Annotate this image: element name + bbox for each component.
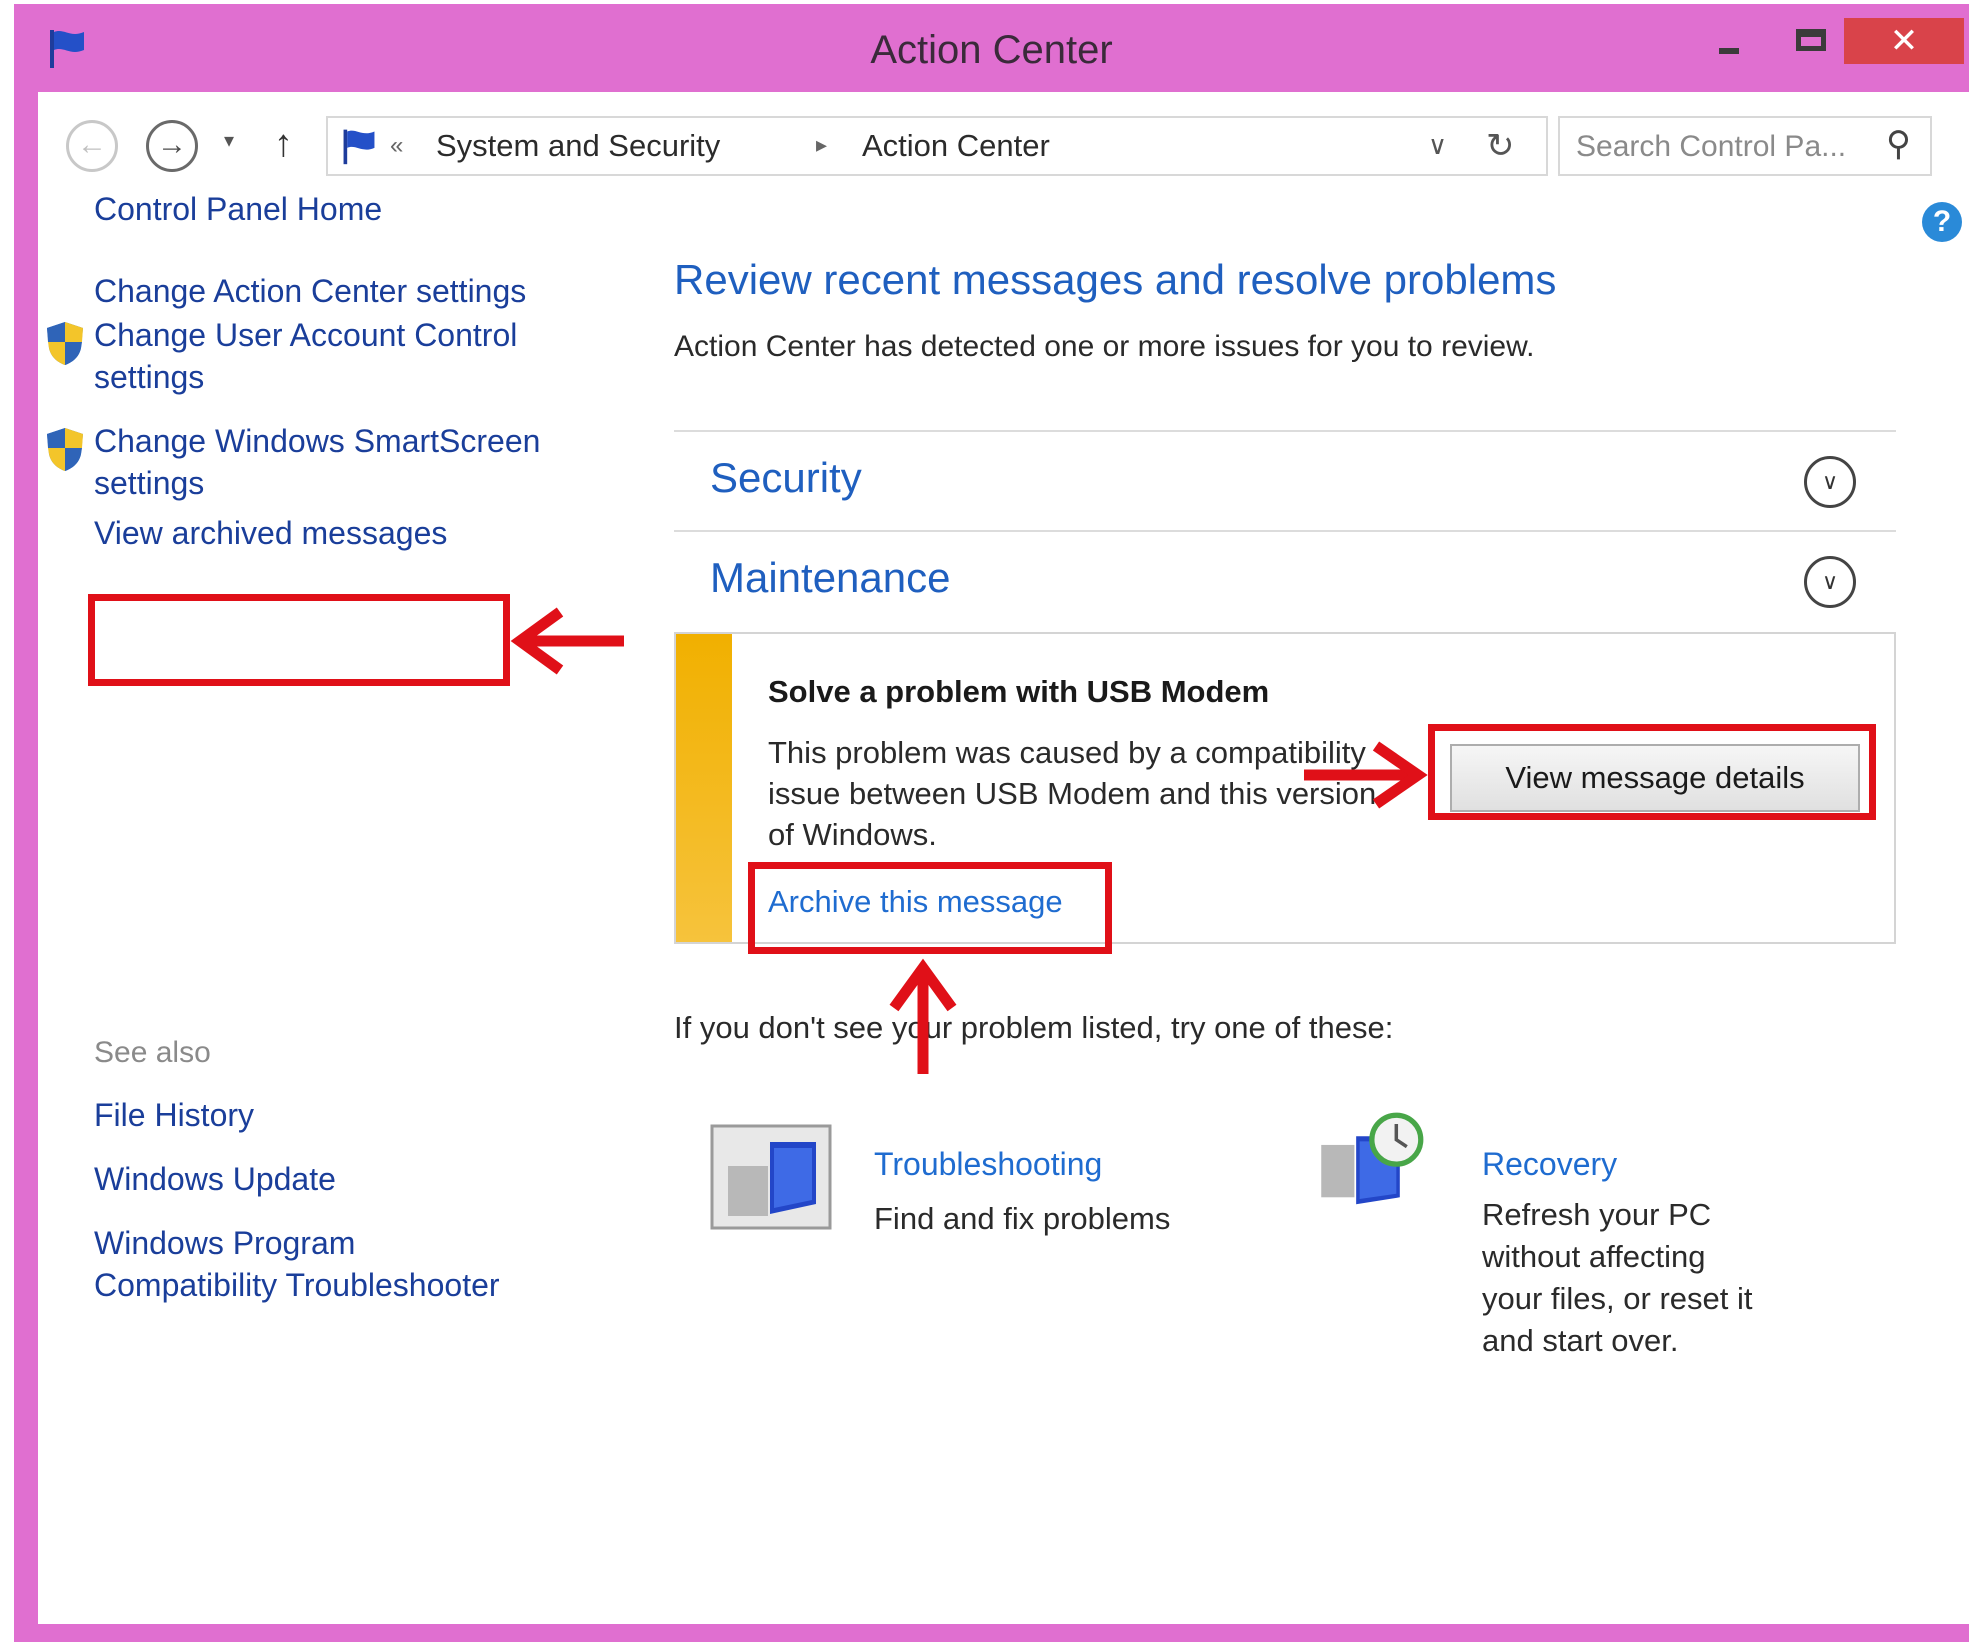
sidebar-uac-line1: Change User Account Control [94, 317, 518, 353]
section-maintenance-title[interactable]: Maintenance [710, 554, 951, 602]
recovery-desc-line1: Refresh your PC [1482, 1197, 1712, 1232]
address-dropdown-icon[interactable]: ∨ [1428, 130, 1447, 161]
title-bar[interactable]: Action Center ✕ [14, 4, 1969, 96]
security-expand-chevron-icon[interactable]: ∨ [1804, 456, 1856, 508]
sidebar-control-panel-home[interactable]: Control Panel Home [94, 188, 382, 230]
section-divider [674, 530, 1896, 532]
recovery-desc-line2: without affecting [1482, 1239, 1706, 1274]
message-body-line3: of Windows. [768, 817, 937, 852]
recovery-link[interactable]: Recovery [1482, 1146, 1617, 1183]
see-also-heading: See also [94, 1036, 211, 1069]
close-button[interactable]: ✕ [1844, 18, 1964, 64]
refresh-icon[interactable]: ↻ [1486, 126, 1515, 166]
recovery-desc-line3: your files, or reset it [1482, 1281, 1753, 1316]
sidebar-smartscreen-line1: Change Windows SmartScreen [94, 423, 541, 459]
recovery-description: Refresh your PC without affecting your f… [1482, 1194, 1752, 1362]
sidebar-smartscreen-line2: settings [94, 465, 205, 501]
page-subtitle: Action Center has detected one or more i… [674, 330, 1535, 363]
up-button[interactable]: ↑ [274, 120, 293, 168]
annotation-arrow-right-icon [1304, 741, 1428, 809]
see-also-program-compatibility-troubleshooter[interactable]: Windows Program Compatibility Troublesho… [94, 1222, 500, 1306]
address-overflow-chevron[interactable]: « [390, 132, 403, 160]
see-also-compat-line2: Compatibility Troubleshooter [94, 1267, 500, 1303]
window-title: Action Center [870, 28, 1113, 72]
search-icon[interactable]: ⚲ [1886, 124, 1911, 164]
sidebar-view-archived-messages[interactable]: View archived messages [94, 512, 447, 554]
highlight-archive-this-message [748, 862, 1112, 954]
annotation-arrow-left-icon [510, 607, 624, 675]
back-button[interactable]: ← [66, 120, 118, 172]
maintenance-expand-chevron-icon[interactable]: ∨ [1804, 556, 1856, 608]
sidebar-uac-line2: settings [94, 359, 205, 395]
troubleshooting-link[interactable]: Troubleshooting [874, 1146, 1102, 1183]
breadcrumb-action-center[interactable]: Action Center [862, 128, 1050, 164]
uac-shield-icon [47, 322, 83, 365]
message-title: Solve a problem with USB Modem [768, 674, 1270, 709]
sidebar-change-user-account-control-settings[interactable]: Change User Account Control settings [94, 314, 517, 398]
recent-locations-dropdown[interactable]: ▾ [224, 128, 234, 153]
alternative-help-hint: If you don't see your problem listed, tr… [674, 1010, 1394, 1045]
highlight-view-archived-messages [88, 594, 510, 686]
section-security-title[interactable]: Security [710, 454, 862, 502]
forward-button[interactable]: → [146, 120, 198, 172]
search-input[interactable] [1574, 128, 1878, 166]
maximize-button[interactable] [1786, 18, 1836, 68]
control-panel-flag-icon [343, 129, 375, 165]
sidebar-change-windows-smartscreen-settings[interactable]: Change Windows SmartScreen settings [94, 420, 540, 504]
annotation-arrow-up-icon [889, 958, 957, 1074]
smartscreen-shield-icon [47, 428, 83, 471]
window-client-area: ← → ▾ ↑ « System and Security ▸ Action C… [38, 92, 1969, 1624]
address-bar[interactable]: « System and Security ▸ Action Center ∨ … [326, 116, 1548, 176]
help-icon[interactable]: ? [1922, 202, 1962, 242]
see-also-file-history[interactable]: File History [94, 1094, 254, 1136]
see-also-compat-line1: Windows Program [94, 1225, 356, 1261]
recovery-desc-line4: and start over. [1482, 1323, 1679, 1358]
page-heading: Review recent messages and resolve probl… [674, 256, 1557, 303]
recovery-icon[interactable] [1308, 1110, 1434, 1220]
troubleshooting-description: Find and fix problems [874, 1201, 1171, 1236]
highlight-view-message-details [1428, 724, 1876, 820]
troubleshooting-icon[interactable] [708, 1122, 834, 1232]
see-also-windows-update[interactable]: Windows Update [94, 1158, 336, 1200]
breadcrumb-system-and-security[interactable]: System and Security [436, 128, 720, 164]
breadcrumb-separator-icon[interactable]: ▸ [816, 132, 827, 158]
minimize-button[interactable] [1704, 18, 1754, 68]
search-box[interactable]: ⚲ [1558, 116, 1932, 176]
section-divider [674, 430, 1896, 432]
sidebar-change-action-center-settings[interactable]: Change Action Center settings [94, 270, 526, 312]
warning-stripe [676, 634, 732, 942]
